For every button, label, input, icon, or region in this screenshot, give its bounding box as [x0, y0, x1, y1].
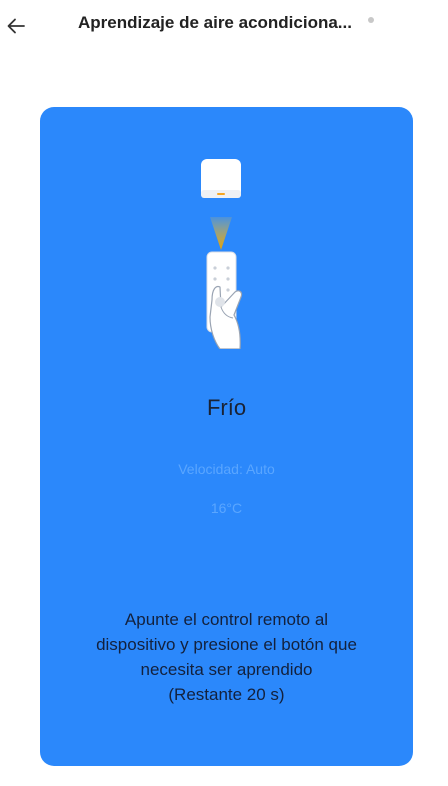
- instruction-line: Apunte el control remoto al: [124, 610, 329, 629]
- back-button[interactable]: [6, 16, 26, 36]
- arrow-left-icon: [7, 18, 25, 34]
- page-title: Aprendizaje de aire acondiciona...: [78, 13, 352, 32]
- countdown-text: (Restante 20 s): [168, 685, 285, 704]
- loading-dot-icon: [368, 17, 374, 23]
- learning-card: Frío Velocidad: Auto 16°C Apunte el cont…: [40, 107, 413, 766]
- remote-in-hand-icon: [206, 251, 243, 349]
- signal-beam-icon: [210, 217, 232, 250]
- fan-speed-label: Velocidad: Auto: [178, 461, 275, 477]
- ac-receiver-icon: [201, 159, 241, 198]
- temperature-label: 16°C: [210, 500, 243, 516]
- mode-label: Frío: [206, 395, 247, 420]
- top-bar: Aprendizaje de aire acondiciona...: [0, 0, 448, 60]
- instruction-line: necesita ser aprendido: [140, 660, 313, 679]
- instruction-text: Apunte el control remoto al dispositivo …: [64, 607, 389, 707]
- instruction-line: dispositivo y presione el botón que: [96, 635, 357, 654]
- remote-learning-illustration: [201, 159, 243, 349]
